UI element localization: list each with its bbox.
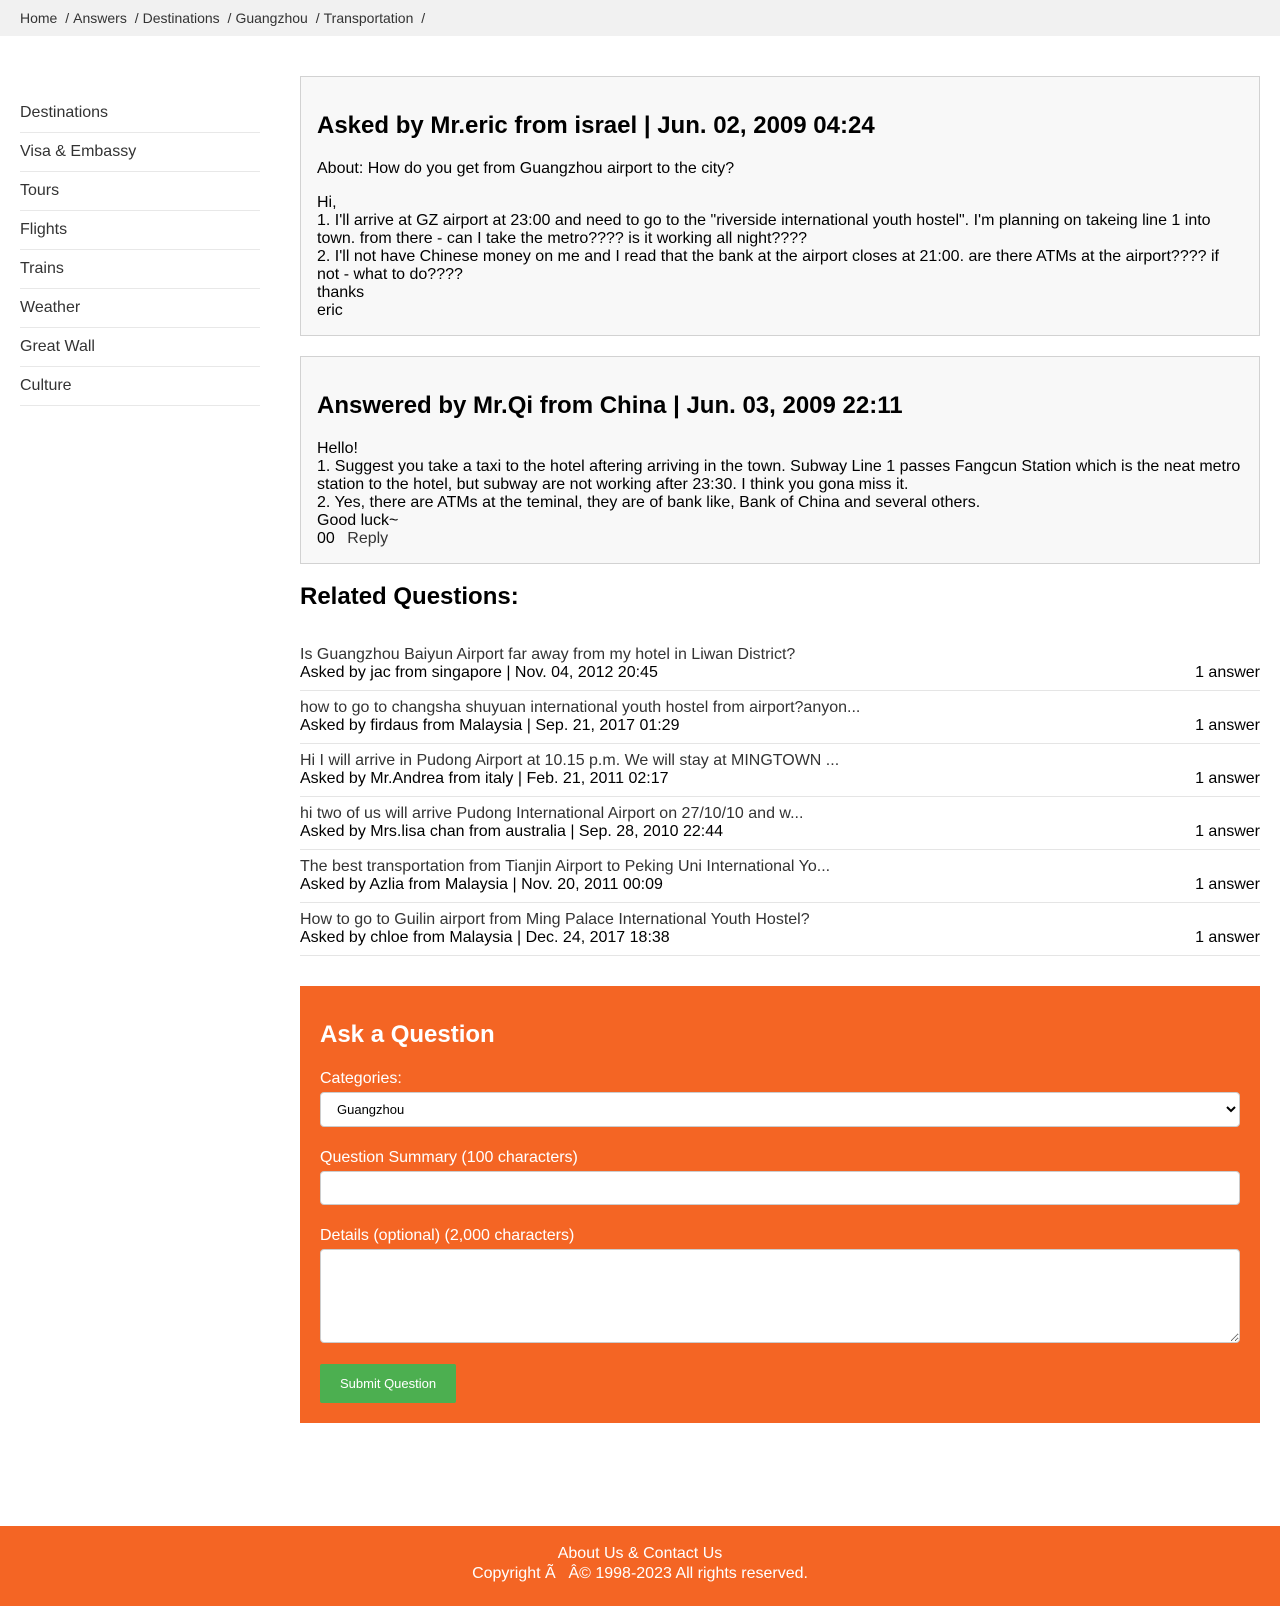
related-question-link[interactable]: Is Guangzhou Baiyun Airport far away fro… (300, 646, 1260, 664)
question-box: Asked by Mr.eric from israel | Jun. 02, … (300, 76, 1260, 336)
answer-body-line: 2. Yes, there are ATMs at the teminal, t… (317, 494, 981, 511)
ask-question-form: Ask a Question Categories: Guangzhou Que… (300, 986, 1260, 1423)
breadcrumb-home[interactable]: Home (20, 10, 57, 26)
related-question-link[interactable]: How to go to Guilin airport from Ming Pa… (300, 911, 1260, 929)
breadcrumb-answers[interactable]: Answers (73, 10, 127, 26)
answer-body-line: 1. Suggest you take a taxi to the hotel … (317, 458, 1241, 493)
answer-box: Answered by Mr.Qi from China | Jun. 03, … (300, 356, 1260, 564)
answer-count: 1 answer (1195, 770, 1260, 787)
sidebar-item-weather[interactable]: Weather (20, 289, 260, 328)
related-questions: Related Questions: Is Guangzhou Baiyun A… (300, 584, 1260, 956)
categories-label: Categories: (320, 1070, 402, 1087)
ask-question-title: Ask a Question (320, 1021, 495, 1048)
copyright-text: Copyright ÃÂ© 1998-2023 All rights rese… (472, 1565, 808, 1582)
list-item: How to go to Guilin airport from Ming Pa… (300, 903, 1260, 956)
breadcrumb-separator: / (421, 10, 426, 26)
submit-question-button[interactable]: Submit Question (320, 1364, 457, 1403)
list-item: hi two of us will arrive Pudong Internat… (300, 797, 1260, 850)
breadcrumb-separator: / (315, 10, 320, 26)
answer-count: 1 answer (1195, 876, 1260, 893)
summary-label: Question Summary (100 characters) (320, 1149, 578, 1166)
sidebar-item-flights[interactable]: Flights (20, 211, 260, 250)
breadcrumb-guangzhou[interactable]: Guangzhou (235, 10, 307, 26)
sidebar-item-destinations[interactable]: Destinations (20, 94, 260, 133)
list-item: The best transportation from Tianjin Air… (300, 850, 1260, 903)
answer-heading: Answered by Mr.Qi from China | Jun. 03, … (317, 392, 903, 419)
main-content: Asked by Mr.eric from israel | Jun. 02, … (300, 76, 1260, 1423)
sidebar: Destinations Visa & Embassy Tours Flight… (20, 94, 260, 406)
question-body-line: Hi, (317, 194, 337, 211)
list-item: Hi I will arrive in Pudong Airport at 10… (300, 744, 1260, 797)
breadcrumb: Home / Answers / Destinations / Guangzhou /… (0, 0, 1280, 36)
breadcrumb-destinations[interactable]: Destinations (143, 10, 220, 26)
related-question-link[interactable]: how to go to changsha shuyuan internatio… (300, 699, 1260, 717)
vote-down-count[interactable]: 0 (326, 530, 335, 547)
sidebar-item-culture[interactable]: Culture (20, 367, 260, 406)
related-question-link[interactable]: Hi I will arrive in Pudong Airport at 10… (300, 752, 1260, 770)
list-item: Is Guangzhou Baiyun Airport far away fro… (300, 638, 1260, 691)
vote-up-count[interactable]: 0 (317, 530, 326, 547)
related-question-meta: Asked by firdaus from Malaysia | Sep. 21… (300, 717, 680, 734)
details-label: Details (optional) (2,000 characters) (320, 1227, 575, 1244)
answer-actions: 00 Reply (317, 530, 1243, 548)
sidebar-item-tours[interactable]: Tours (20, 172, 260, 211)
related-question-meta: Asked by Mrs.lisa chan from australia | … (300, 823, 724, 840)
question-body-line: eric (317, 302, 343, 319)
sidebar-item-visa-embassy[interactable]: Visa & Embassy (20, 133, 260, 172)
answer-body-line: Good luck~ (317, 512, 399, 529)
details-textarea[interactable] (320, 1249, 1240, 1343)
summary-field: Question Summary (100 characters) (320, 1149, 1240, 1205)
sidebar-item-trains[interactable]: Trains (20, 250, 260, 289)
question-body-line: 2. I'll not have Chinese money on me and… (317, 248, 1219, 283)
related-question-meta: Asked by Mr.Andrea from italy | Feb. 21,… (300, 770, 669, 787)
related-question-meta: Asked by jac from singapore | Nov. 04, 2… (300, 664, 658, 681)
question-body-line: thanks (317, 284, 365, 301)
related-question-meta: Asked by Azlia from Malaysia | Nov. 20, … (300, 876, 663, 893)
question-about: About: How do you get from Guangzhou air… (317, 160, 735, 177)
related-question-link[interactable]: The best transportation from Tianjin Air… (300, 858, 1260, 876)
reply-link[interactable]: Reply (347, 530, 388, 547)
related-question-meta: Asked by chloe from Malaysia | Dec. 24, … (300, 929, 670, 946)
about-contact-link[interactable]: About Us & Contact Us (558, 1545, 723, 1562)
question-body-line: 1. I'll arrive at GZ airport at 23:00 an… (317, 212, 1211, 247)
answer-count: 1 answer (1195, 929, 1260, 946)
breadcrumb-separator: / (227, 10, 232, 26)
breadcrumb-separator: / (134, 10, 139, 26)
related-questions-title: Related Questions: (300, 583, 519, 610)
summary-input[interactable] (320, 1171, 1240, 1205)
question-heading: Asked by Mr.eric from israel | Jun. 02, … (317, 112, 875, 139)
sidebar-item-great-wall[interactable]: Great Wall (20, 328, 260, 367)
answer-count: 1 answer (1195, 664, 1260, 681)
footer: About Us & Contact Us Copyright ÃÂ© 199… (0, 1526, 1280, 1606)
breadcrumb-transportation[interactable]: Transportation (324, 10, 414, 26)
answer-count: 1 answer (1195, 823, 1260, 840)
breadcrumb-separator: / (65, 10, 70, 26)
details-field: Details (optional) (2,000 characters) (320, 1227, 1240, 1343)
categories-field: Categories: Guangzhou (320, 1070, 1240, 1127)
answer-count: 1 answer (1195, 717, 1260, 734)
list-item: how to go to changsha shuyuan internatio… (300, 691, 1260, 744)
related-question-link[interactable]: hi two of us will arrive Pudong Internat… (300, 805, 1260, 823)
answer-body-line: Hello! (317, 440, 358, 457)
categories-select[interactable]: Guangzhou (320, 1092, 1240, 1127)
